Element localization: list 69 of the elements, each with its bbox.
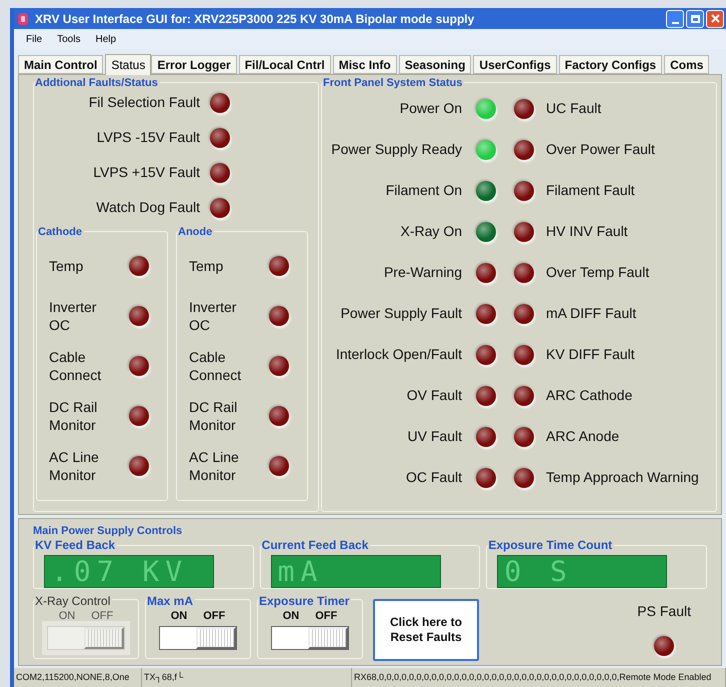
status-label: Pre-Warning [384, 263, 462, 282]
status-label: AC Line Monitor [49, 448, 100, 484]
status-label: Inverter OC [49, 298, 98, 334]
status-label: UC Fault [546, 99, 602, 118]
status-label: OC Fault [406, 468, 462, 487]
close-button[interactable] [706, 10, 724, 28]
tab[interactable]: Fil/Local Cntrl [238, 55, 331, 74]
status-label: DC Rail Monitor [49, 398, 98, 434]
reset-faults-button[interactable]: Click here to Reset Faults [373, 598, 479, 660]
digital-display: .07 KV [44, 554, 214, 588]
status-label: LVPS +15V Fault [93, 163, 200, 182]
status-label: Watch Dog Fault [96, 198, 200, 217]
status-label: Power Supply Ready [331, 140, 462, 159]
status-label: Filament On [386, 181, 462, 200]
status-label: Power On [400, 99, 462, 118]
toggle-label: ON [170, 608, 188, 624]
status-label: Cable Connect [189, 348, 242, 384]
status-label: KV DIFF Fault [546, 345, 635, 364]
status-label: Temp Approach Warning [546, 468, 699, 487]
window-title: XRV User Interface GUI for: XRV225P3000 225 KV 30mA Bipolar mode supply [35, 10, 474, 28]
status-label: HV INV Fault [546, 222, 628, 241]
group-title: Front Panel System Status [323, 75, 464, 92]
status-label: mA DIFF Fault [546, 304, 636, 323]
status-label: PS Fault [637, 602, 691, 620]
status-label: Temp [49, 257, 84, 275]
toggle-label: ON [58, 608, 76, 624]
status-label: ARC Anode [546, 427, 620, 446]
close-icon [710, 14, 720, 23]
tab[interactable]: Error Logger [151, 55, 237, 74]
tab[interactable]: Main Control [18, 55, 104, 74]
toggle-switch[interactable] [271, 626, 349, 650]
status-label: Interlock Open/Fault [336, 345, 462, 364]
status-label: LVPS -15V Fault [96, 128, 200, 147]
status-label: Over Temp Fault [546, 263, 650, 282]
status-label: X-Ray On [400, 222, 462, 241]
tab[interactable]: Coms [664, 55, 710, 74]
toggle-label: ON [282, 608, 300, 624]
status-label: Power Supply Fault [340, 304, 462, 323]
digital-display: 0 S [497, 554, 668, 588]
status-label: Fil Selection Fault [88, 93, 200, 112]
status-label: DC Rail Monitor [189, 398, 238, 434]
status-label: OV Fault [406, 386, 462, 405]
minimize-button[interactable] [666, 10, 684, 28]
toggle-label: OFF [315, 608, 338, 624]
status-text: COM2,115200,NONE,8,One [14, 668, 142, 687]
status-text: RX68,0,0,0,0,0,0,0,0,0,0,0,0,0,0,0,0,0,0,0,0,0,0,0,0,0,0,0,0,0,0,0,0,Remote Mode Enabled [352, 668, 726, 687]
toggle-label: OFF [91, 608, 114, 624]
tab[interactable]: Factory Configs [558, 55, 662, 74]
status-label: ARC Cathode [546, 386, 632, 405]
status-label: UV Fault [408, 427, 462, 446]
tab[interactable]: Status [105, 54, 152, 75]
status-text: TX┐68,f└ [142, 668, 352, 687]
toggle-label: OFF [203, 608, 226, 624]
toggle-switch[interactable] [159, 626, 237, 650]
status-label: Over Power Fault [546, 140, 655, 159]
maximize-button[interactable] [686, 10, 704, 28]
status-label: Inverter OC [189, 298, 238, 334]
tab[interactable]: Misc Info [332, 55, 397, 74]
status-label: Filament Fault [546, 181, 635, 200]
status-label: Cable Connect [49, 348, 102, 384]
menu-item[interactable]: File [26, 32, 42, 46]
tab[interactable]: Seasoning [398, 55, 472, 74]
tab[interactable]: UserConfigs [473, 55, 557, 74]
menu-item[interactable]: Help [95, 32, 116, 46]
digital-display: mA [270, 554, 441, 588]
status-label: AC Line Monitor [189, 448, 240, 484]
status-label: Temp [189, 257, 224, 275]
app-icon [17, 12, 29, 26]
menu-item[interactable]: Tools [57, 32, 80, 46]
